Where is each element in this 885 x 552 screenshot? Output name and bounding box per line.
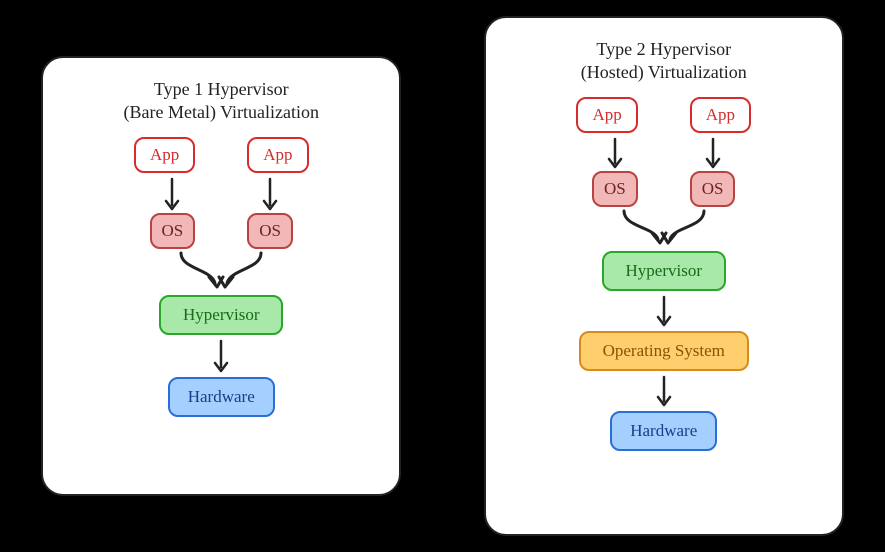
os-box: OS bbox=[247, 213, 293, 249]
hardware-box: Hardware bbox=[610, 411, 717, 451]
type1-title-line2: (Bare Metal) Virtualization bbox=[123, 102, 319, 122]
type2-hypervisor-row: Hypervisor bbox=[516, 251, 812, 291]
arrows-app-to-os bbox=[516, 137, 812, 171]
arrow-down-icon bbox=[654, 375, 674, 409]
type2-app-row: App App bbox=[516, 97, 812, 133]
type1-panel: Type 1 Hypervisor (Bare Metal) Virtualiz… bbox=[41, 56, 401, 496]
app-box: App bbox=[576, 97, 637, 133]
arrow-down-icon bbox=[260, 177, 280, 213]
type1-title: Type 1 Hypervisor (Bare Metal) Virtualiz… bbox=[73, 78, 369, 123]
type1-app-row: App App bbox=[73, 137, 369, 173]
arrow-converge-icon bbox=[151, 249, 291, 293]
os-box: OS bbox=[690, 171, 736, 207]
type2-hostos-row: Operating System bbox=[516, 331, 812, 371]
os-box: OS bbox=[592, 171, 638, 207]
arrows-os-to-hypervisor bbox=[73, 249, 369, 293]
app-box: App bbox=[247, 137, 308, 173]
arrow-down-icon bbox=[605, 137, 625, 171]
type1-title-line1: Type 1 Hypervisor bbox=[154, 79, 289, 99]
type1-hypervisor-row: Hypervisor bbox=[73, 295, 369, 335]
hardware-box: Hardware bbox=[168, 377, 275, 417]
arrow-down-icon bbox=[654, 295, 674, 329]
os-box: OS bbox=[150, 213, 196, 249]
type2-title-line1: Type 2 Hypervisor bbox=[596, 39, 731, 59]
arrow-hyp-to-hostos bbox=[516, 295, 812, 329]
arrows-os-to-hypervisor bbox=[516, 207, 812, 249]
arrows-app-to-os bbox=[73, 177, 369, 213]
type1-os-row: OS OS bbox=[73, 213, 369, 249]
hypervisor-box: Hypervisor bbox=[159, 295, 283, 335]
type2-panel: Type 2 Hypervisor (Hosted) Virtualizatio… bbox=[484, 16, 844, 536]
arrow-down-icon bbox=[211, 339, 231, 375]
hypervisor-box: Hypervisor bbox=[602, 251, 726, 291]
type2-title-line2: (Hosted) Virtualization bbox=[581, 62, 747, 82]
arrow-hyp-to-hw bbox=[73, 339, 369, 375]
arrow-down-icon bbox=[162, 177, 182, 213]
app-box: App bbox=[690, 97, 751, 133]
app-box: App bbox=[134, 137, 195, 173]
arrow-hostos-to-hw bbox=[516, 375, 812, 409]
arrow-converge-icon bbox=[594, 207, 734, 249]
type2-title: Type 2 Hypervisor (Hosted) Virtualizatio… bbox=[516, 38, 812, 83]
host-os-box: Operating System bbox=[579, 331, 749, 371]
type2-os-row: OS OS bbox=[516, 171, 812, 207]
arrow-down-icon bbox=[703, 137, 723, 171]
type1-hardware-row: Hardware bbox=[73, 377, 369, 417]
type2-hardware-row: Hardware bbox=[516, 411, 812, 451]
